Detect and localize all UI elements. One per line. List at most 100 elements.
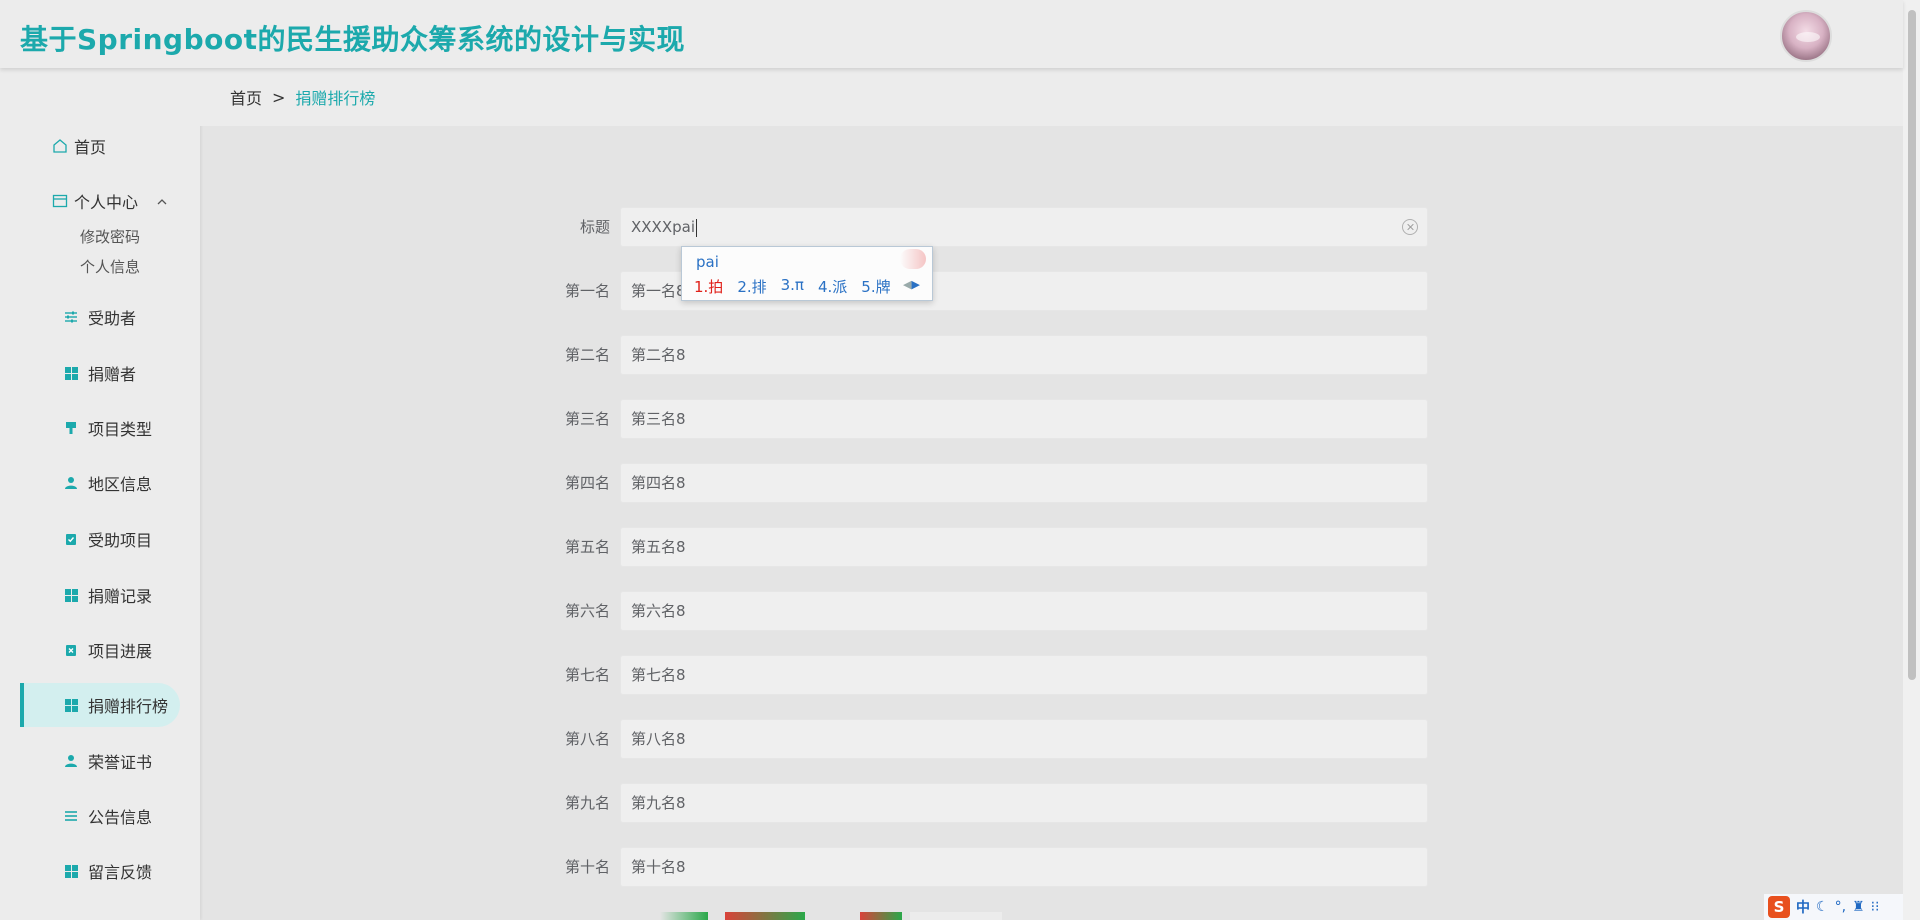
sidebar-item-project-types[interactable]: 项目类型 xyxy=(20,406,180,450)
ime-candidate[interactable]: 1.拍 xyxy=(694,276,723,297)
sidebar-item-label: 项目类型 xyxy=(88,420,153,439)
form-row-rank-9: 第九名 第九名8 xyxy=(540,783,1428,823)
ime-toolbar: S 中 ☾ °, ♜ ⁝⁝ xyxy=(1764,894,1903,920)
sidebar-item-honor-certificates[interactable]: 荣誉证书 xyxy=(20,739,180,783)
grid-menu-icon[interactable]: ⁝⁝ xyxy=(1871,899,1880,915)
sidebar-item-label: 捐赠排行榜 xyxy=(88,697,169,716)
sogou-logo-icon[interactable]: S xyxy=(1768,896,1790,918)
scrollbar-thumb[interactable] xyxy=(1908,10,1916,680)
rank-label: 第七名 xyxy=(564,666,610,684)
ime-candidates: 1.拍 2.排 3.π 4.派 5.牌 xyxy=(694,276,891,297)
user-icon xyxy=(62,752,80,770)
rank-label: 第六名 xyxy=(564,602,610,620)
sidebar-item-announcements[interactable]: 公告信息 xyxy=(20,794,180,838)
cancel-button[interactable] xyxy=(725,912,805,920)
sidebar-item-label: 地区信息 xyxy=(88,475,153,494)
rank-label: 第八名 xyxy=(564,730,610,748)
rank-input[interactable]: 第四名8 xyxy=(620,463,1428,503)
rank-label: 第三名 xyxy=(564,410,610,428)
rank-input[interactable]: 第八名8 xyxy=(620,719,1428,759)
home-icon xyxy=(52,137,70,155)
sidebar-item-aid-projects[interactable]: 受助项目 xyxy=(20,517,180,561)
sidebar: 首页 个人中心 修改密码 个人信息 受助者 捐赠者 项目类型 地区信息 受助项目… xyxy=(0,68,200,920)
sidebar-item-home[interactable]: 首页 xyxy=(52,131,106,161)
form-row-rank-3: 第三名 第三名8 xyxy=(540,399,1428,439)
form-row-rank-5: 第五名 第五名8 xyxy=(540,527,1428,567)
rank-label: 第十名 xyxy=(564,858,610,876)
list-icon xyxy=(62,807,80,825)
back-button[interactable] xyxy=(910,912,1002,920)
rank-label: 第九名 xyxy=(564,794,610,812)
breadcrumb: 首页 > 捐赠排行榜 xyxy=(200,68,1903,126)
sidebar-item-label: 捐赠者 xyxy=(88,365,137,384)
punctuation-icon[interactable]: °, xyxy=(1835,899,1846,915)
clipboard-x-icon xyxy=(62,641,80,659)
app-title: 基于Springboot的民生援助众筹系统的设计与实现 xyxy=(20,23,685,56)
ime-logo-icon xyxy=(900,249,926,269)
grid-icon xyxy=(62,696,80,714)
rank-input[interactable]: 第九名8 xyxy=(620,783,1428,823)
rank-input[interactable]: 第七名8 xyxy=(620,655,1428,695)
form-row-rank-8: 第八名 第八名8 xyxy=(540,719,1428,759)
sidebar-item-label: 公告信息 xyxy=(88,808,153,827)
sidebar-item-donation-records[interactable]: 捐赠记录 xyxy=(20,573,180,617)
ime-page-arrows-icon[interactable]: ◀▶ xyxy=(903,278,920,291)
sidebar-subitem-change-password[interactable]: 修改密码 xyxy=(80,226,140,248)
ime-candidate-popup: pai 1.拍 2.排 3.π 4.派 5.牌 ◀▶ xyxy=(681,246,933,301)
sidebar-item-personal-center[interactable]: 个人中心 xyxy=(52,186,138,216)
breadcrumb-separator: > xyxy=(272,87,286,107)
sidebar-item-region-info[interactable]: 地区信息 xyxy=(20,461,180,505)
sidebar-item-label: 捐赠记录 xyxy=(88,587,153,606)
moon-icon[interactable]: ☾ xyxy=(1816,899,1829,915)
sidebar-item-donation-ranking[interactable]: 捐赠排行榜 xyxy=(20,683,180,727)
ime-candidate[interactable]: 2.排 xyxy=(737,276,766,297)
rank-label: 第五名 xyxy=(564,538,610,556)
sidebar-item-label: 受助项目 xyxy=(88,531,153,550)
rank-label: 第二名 xyxy=(564,346,610,364)
reset-button[interactable] xyxy=(860,912,902,920)
user-icon xyxy=(62,474,80,492)
top-header: 基于Springboot的民生援助众筹系统的设计与实现 xyxy=(0,0,1903,68)
sidebar-item-label: 项目进展 xyxy=(88,642,153,661)
sidebar-item-project-progress[interactable]: 项目进展 xyxy=(20,628,180,672)
ime-pinyin: pai xyxy=(696,253,719,271)
sidebar-item-label: 留言反馈 xyxy=(88,863,153,882)
submit-button[interactable] xyxy=(628,912,708,920)
breadcrumb-home[interactable]: 首页 xyxy=(230,85,262,109)
ime-mode-toggle[interactable]: 中 xyxy=(1796,897,1810,917)
chevron-up-icon[interactable] xyxy=(156,196,168,208)
page-scrollbar[interactable] xyxy=(1903,0,1920,920)
title-input[interactable]: XXXXpai xyxy=(620,207,1428,247)
form-row-rank-4: 第四名 第四名8 xyxy=(540,463,1428,503)
sidebar-item-donors[interactable]: 捐赠者 xyxy=(20,351,180,395)
rank-input[interactable]: 第五名8 xyxy=(620,527,1428,567)
rank-input[interactable]: 第六名8 xyxy=(620,591,1428,631)
grid-icon xyxy=(62,586,80,604)
sidebar-item-label: 受助者 xyxy=(88,309,137,328)
sidebar-item-feedback[interactable]: 留言反馈 xyxy=(20,849,180,893)
sidebar-item-label: 个人中心 xyxy=(74,193,139,212)
ime-candidate[interactable]: 3.π xyxy=(781,276,804,297)
ime-candidate[interactable]: 5.牌 xyxy=(861,276,890,297)
shirt-icon[interactable]: ♜ xyxy=(1852,899,1865,915)
rank-input[interactable]: 第二名8 xyxy=(620,335,1428,375)
sidebar-subitem-personal-info[interactable]: 个人信息 xyxy=(80,256,140,278)
sidebar-item-recipients[interactable]: 受助者 xyxy=(20,295,180,339)
sliders-icon xyxy=(62,308,80,326)
card-icon xyxy=(52,192,70,210)
title-label: 标题 xyxy=(579,218,610,236)
rank-input[interactable]: 第三名8 xyxy=(620,399,1428,439)
clear-icon[interactable] xyxy=(1402,219,1418,235)
rank-input[interactable]: 第十名8 xyxy=(620,847,1428,887)
rank-label: 第四名 xyxy=(564,474,610,492)
avatar[interactable] xyxy=(1780,10,1832,62)
form-row-rank-10: 第十名 第十名8 xyxy=(540,847,1428,887)
form-row-title: 标题 XXXXpai xyxy=(540,207,1428,247)
breadcrumb-current: 捐赠排行榜 xyxy=(295,89,376,108)
ime-candidate[interactable]: 4.派 xyxy=(818,276,847,297)
brush-icon xyxy=(62,419,80,437)
sidebar-item-label: 荣誉证书 xyxy=(88,753,153,772)
rank-label: 第一名 xyxy=(564,282,610,300)
form-row-rank-7: 第七名 第七名8 xyxy=(540,655,1428,695)
form-row-rank-1: 第一名 第一名8 xyxy=(540,271,1428,311)
